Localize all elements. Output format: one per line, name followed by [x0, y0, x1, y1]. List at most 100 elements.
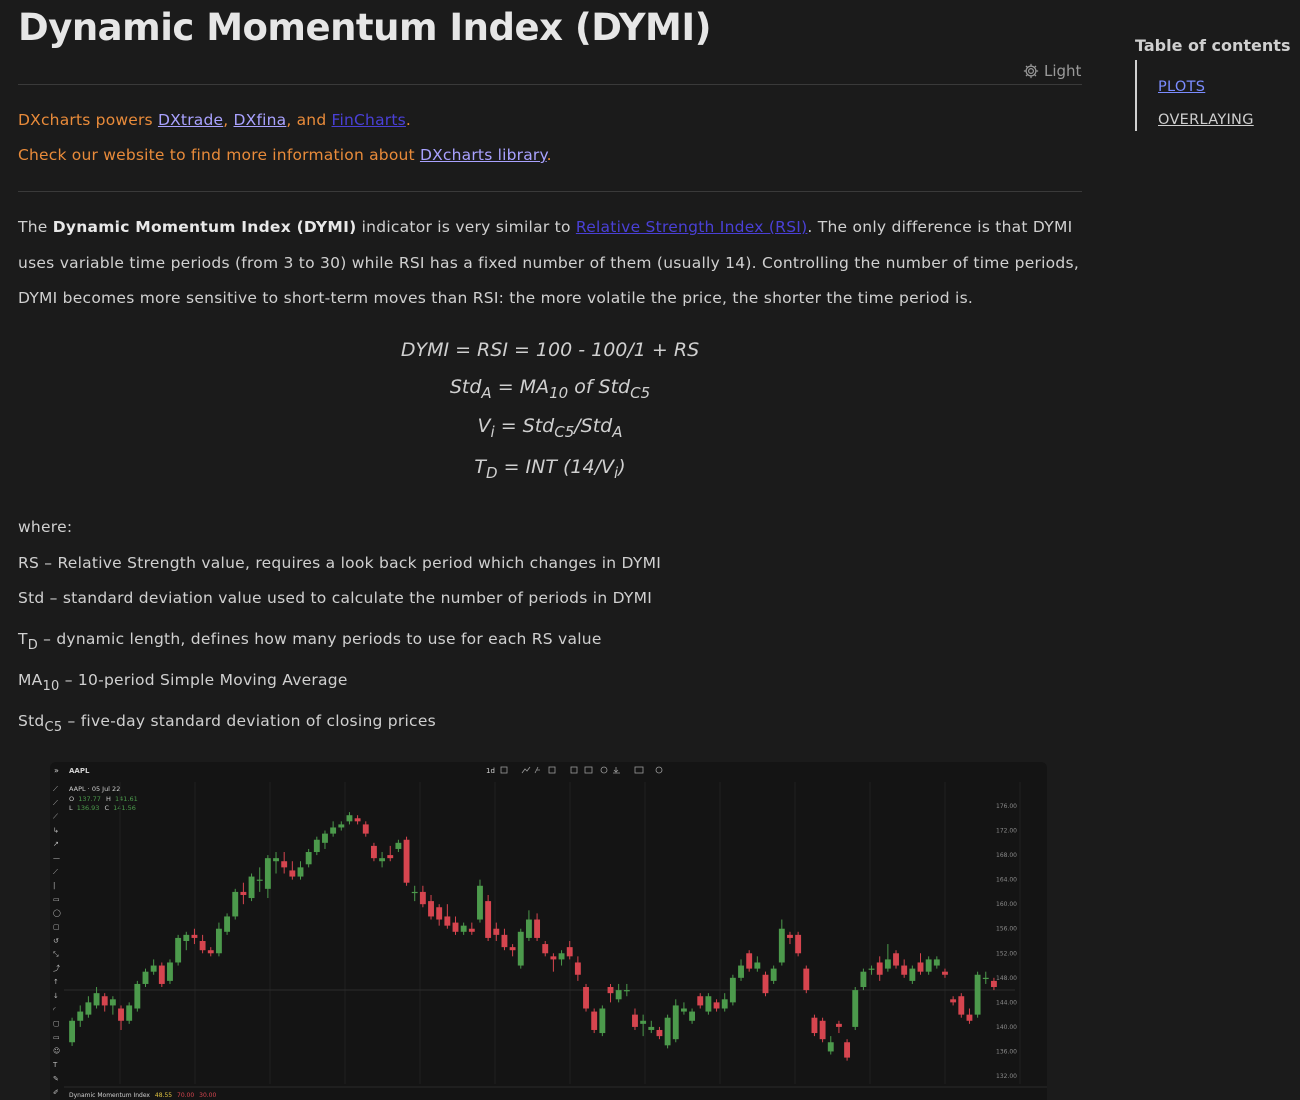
drawing-tool-icon[interactable]: ▢ [53, 923, 60, 931]
drawing-tool-icon[interactable]: ⟋ [53, 868, 58, 876]
link-rsi[interactable]: Relative Strength Index (RSI) [576, 218, 808, 236]
intro-text: The [18, 218, 53, 236]
indicators-icon[interactable] [521, 766, 531, 774]
candle [362, 821, 369, 837]
drawing-tool-icon[interactable]: ⟋ [53, 813, 58, 821]
candle-body [713, 1002, 720, 1009]
link-dxfina[interactable]: DXfina [234, 111, 287, 129]
y-tick-label: 156.00 [996, 926, 1017, 933]
drawing-tool-icon[interactable]: ☺ [53, 1047, 60, 1055]
candle-body [835, 1023, 842, 1027]
drawing-tool-icon[interactable]: ↺ [53, 937, 59, 945]
candle [648, 1020, 655, 1034]
drawing-tool-icon[interactable]: ▭ [53, 1033, 60, 1041]
candle-body [264, 858, 271, 889]
candle [485, 894, 492, 941]
promo-text: . [405, 111, 412, 129]
download-icon[interactable] [613, 767, 620, 774]
toc-title: Table of contents [1135, 36, 1291, 55]
drawing-tool-icon[interactable]: ◜ [53, 1006, 56, 1014]
candle [615, 983, 622, 1003]
drawing-tool-icon[interactable]: ⟋ [53, 785, 58, 793]
definition-subscript: 10 [42, 679, 60, 694]
y-tick-label: 132.00 [996, 1073, 1017, 1080]
studies-icon[interactable] [534, 766, 540, 774]
chart-type-icon[interactable] [500, 766, 508, 774]
candle-body [77, 1011, 84, 1021]
candle [713, 999, 720, 1012]
definition-text: – dynamic length, defines how many perio… [37, 630, 602, 648]
theme-toggle-button[interactable]: Light [1022, 62, 1081, 80]
candle [901, 959, 908, 978]
candle [925, 956, 932, 975]
drawing-tool-icon[interactable]: ⤴ [53, 963, 60, 972]
symbol-label[interactable]: AAPL [69, 767, 90, 775]
page-title: Dynamic Momentum Index (DYMI) [18, 6, 712, 49]
drawing-tool-icon[interactable]: ⟋ [53, 799, 58, 807]
candle-body [273, 858, 279, 862]
candle [591, 1008, 598, 1034]
candle [191, 928, 198, 945]
drawing-tool-icon[interactable]: — [53, 854, 60, 862]
drawing-tool-icon[interactable]: ⤡ [53, 951, 59, 959]
link-dxcharts-library[interactable]: DXcharts library [420, 146, 547, 164]
drawing-tool-icon[interactable]: ✎ [53, 1075, 59, 1083]
candle-body [672, 1005, 679, 1040]
toc-item-plots[interactable]: PLOTS [1158, 79, 1205, 95]
formula-text: /Std [574, 415, 613, 437]
candle [313, 836, 320, 856]
candle [142, 968, 149, 988]
drawing-tool-icon[interactable]: | [53, 882, 55, 890]
drawing-tool-icon[interactable]: ↳ [53, 826, 59, 834]
indicator-label: Dynamic Momentum Index [69, 1092, 150, 1099]
camera-icon[interactable] [634, 766, 644, 774]
menu-icon[interactable]: » [54, 766, 59, 775]
candle [322, 830, 328, 849]
where-label: where: [18, 518, 73, 536]
candle [729, 974, 736, 1006]
drawings-icon[interactable] [600, 766, 608, 774]
link-fincharts[interactable]: FinCharts [332, 111, 406, 129]
template-icon[interactable] [584, 766, 593, 774]
candle [876, 956, 883, 981]
drawing-tool-icon[interactable]: ▭ [53, 895, 60, 903]
legend-l-value: 136.93 [77, 804, 100, 812]
candle [803, 965, 810, 994]
promo-text: , and [286, 111, 332, 129]
link-dxtrade[interactable]: DXtrade [158, 111, 223, 129]
drawing-tool-icon[interactable]: ◯ [53, 909, 61, 917]
candle [909, 965, 916, 984]
drawing-tool-icon[interactable]: T [52, 1061, 58, 1069]
compare-icon[interactable] [548, 766, 556, 774]
candle-body [705, 996, 712, 1012]
candle [493, 922, 500, 941]
candle [762, 971, 769, 997]
settings-icon[interactable] [655, 766, 663, 774]
candle-body [566, 947, 573, 957]
candle-body [248, 876, 255, 899]
candle [411, 885, 418, 902]
candle-body [370, 845, 377, 859]
formula-subscript: 10 [549, 384, 569, 402]
candle-body [175, 937, 182, 963]
drawing-tool-icon[interactable]: ↓ [53, 992, 59, 1000]
candle-body [746, 953, 753, 969]
candle-body [313, 839, 320, 853]
candle [199, 934, 206, 954]
layout-icon[interactable] [570, 766, 578, 774]
drawing-tool-icon[interactable]: ▢ [53, 1020, 60, 1028]
drawing-tool-icon[interactable]: ✐ [53, 1089, 59, 1097]
candle [574, 956, 581, 981]
indicator-legend: Dynamic Momentum Index 48.55 70.00 30.00 [69, 1092, 216, 1099]
toc-item-overlaying[interactable]: OVERLAYING [1158, 112, 1254, 128]
formula-text: DYMI = RSI = 100 - 100/1 + RS [400, 339, 700, 361]
candle-body [721, 999, 728, 1009]
drawing-tool-icon[interactable]: ↗ [53, 840, 59, 848]
candle [215, 922, 222, 957]
definition-subscript: D [27, 638, 38, 653]
candle-body [534, 919, 541, 938]
drawing-tool-icon[interactable]: ↑ [53, 978, 59, 986]
legend-title: AAPL · 05 Jul 22 [69, 785, 120, 793]
legend-ohlc-line2: L 136.93 C 141.56 [69, 804, 136, 812]
interval-selector[interactable]: 1d [486, 767, 495, 775]
